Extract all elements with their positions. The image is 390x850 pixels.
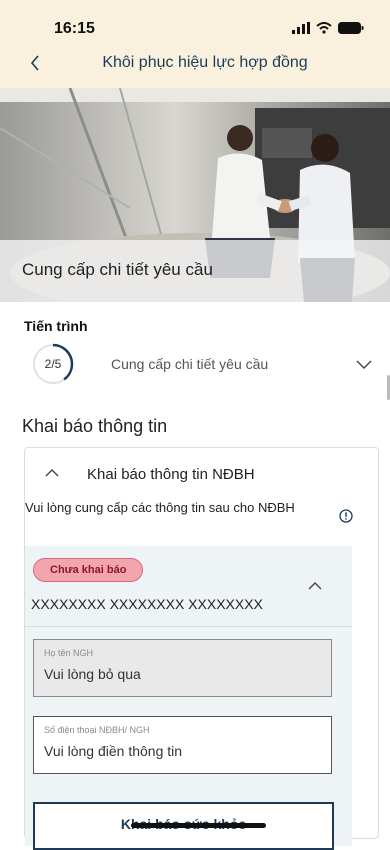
chevron-up-icon [308,582,322,590]
nav-bar: Khôi phục hiệu lực hợp đồng [0,40,390,88]
phone-input[interactable] [44,743,324,759]
section-title: Khai báo thông tin [22,416,168,436]
status-icons [292,22,364,34]
wifi-icon [316,22,332,34]
field-value: Vui lòng bỏ qua [44,666,141,682]
insured-form: Họ tên NGH Vui lòng bỏ qua Số điện thoại… [25,626,352,850]
progress-label: Tiến trình [24,318,88,334]
home-indicator [131,823,266,828]
phone-field[interactable]: Số điện thoại NĐBH/ NGH [33,716,332,774]
current-step-name: Cung cấp chi tiết yêu cầu [111,356,269,372]
hero-caption: Cung cấp chi tiết yêu cầu [0,240,390,302]
field-label: Họ tên NGH [44,648,94,658]
hero-image: Cung cấp chi tiết yêu cầu [0,88,390,302]
field-label: Số điện thoại NĐBH/ NGH [44,725,150,735]
card-header-toggle[interactable]: Khai báo thông tin NĐBH [25,448,378,496]
status-bar: 16:15 [0,0,390,40]
insured-person-toggle[interactable]: Chưa khai báo XXXXXXXX XXXXXXXX XXXXXXXX [25,546,352,626]
progress-step-count: 2/5 [44,357,62,371]
signal-icon [292,22,310,34]
insured-name: XXXXXXXX XXXXXXXX XXXXXXXX [31,596,263,612]
hero-caption-text: Cung cấp chi tiết yêu cầu [22,260,213,279]
info-icon[interactable] [339,509,353,523]
status-badge: Chưa khai báo [33,558,144,582]
insured-info-card: Khai báo thông tin NĐBH Vui lòng cung cấ… [24,447,379,850]
status-time: 16:15 [54,20,95,37]
chevron-up-icon [45,469,59,477]
card-title: Khai báo thông tin NĐBH [87,466,255,483]
battery-icon [338,22,364,34]
page-title: Khôi phục hiệu lực hợp đồng [102,54,308,71]
card-description: Vui lòng cung cấp các thông tin sau cho … [25,500,295,515]
insured-person-panel: Chưa khai báo XXXXXXXX XXXXXXXX XXXXXXXX… [25,546,352,850]
chevron-down-icon[interactable] [355,358,373,370]
guardian-name-field: Họ tên NGH Vui lòng bỏ qua [33,639,332,697]
